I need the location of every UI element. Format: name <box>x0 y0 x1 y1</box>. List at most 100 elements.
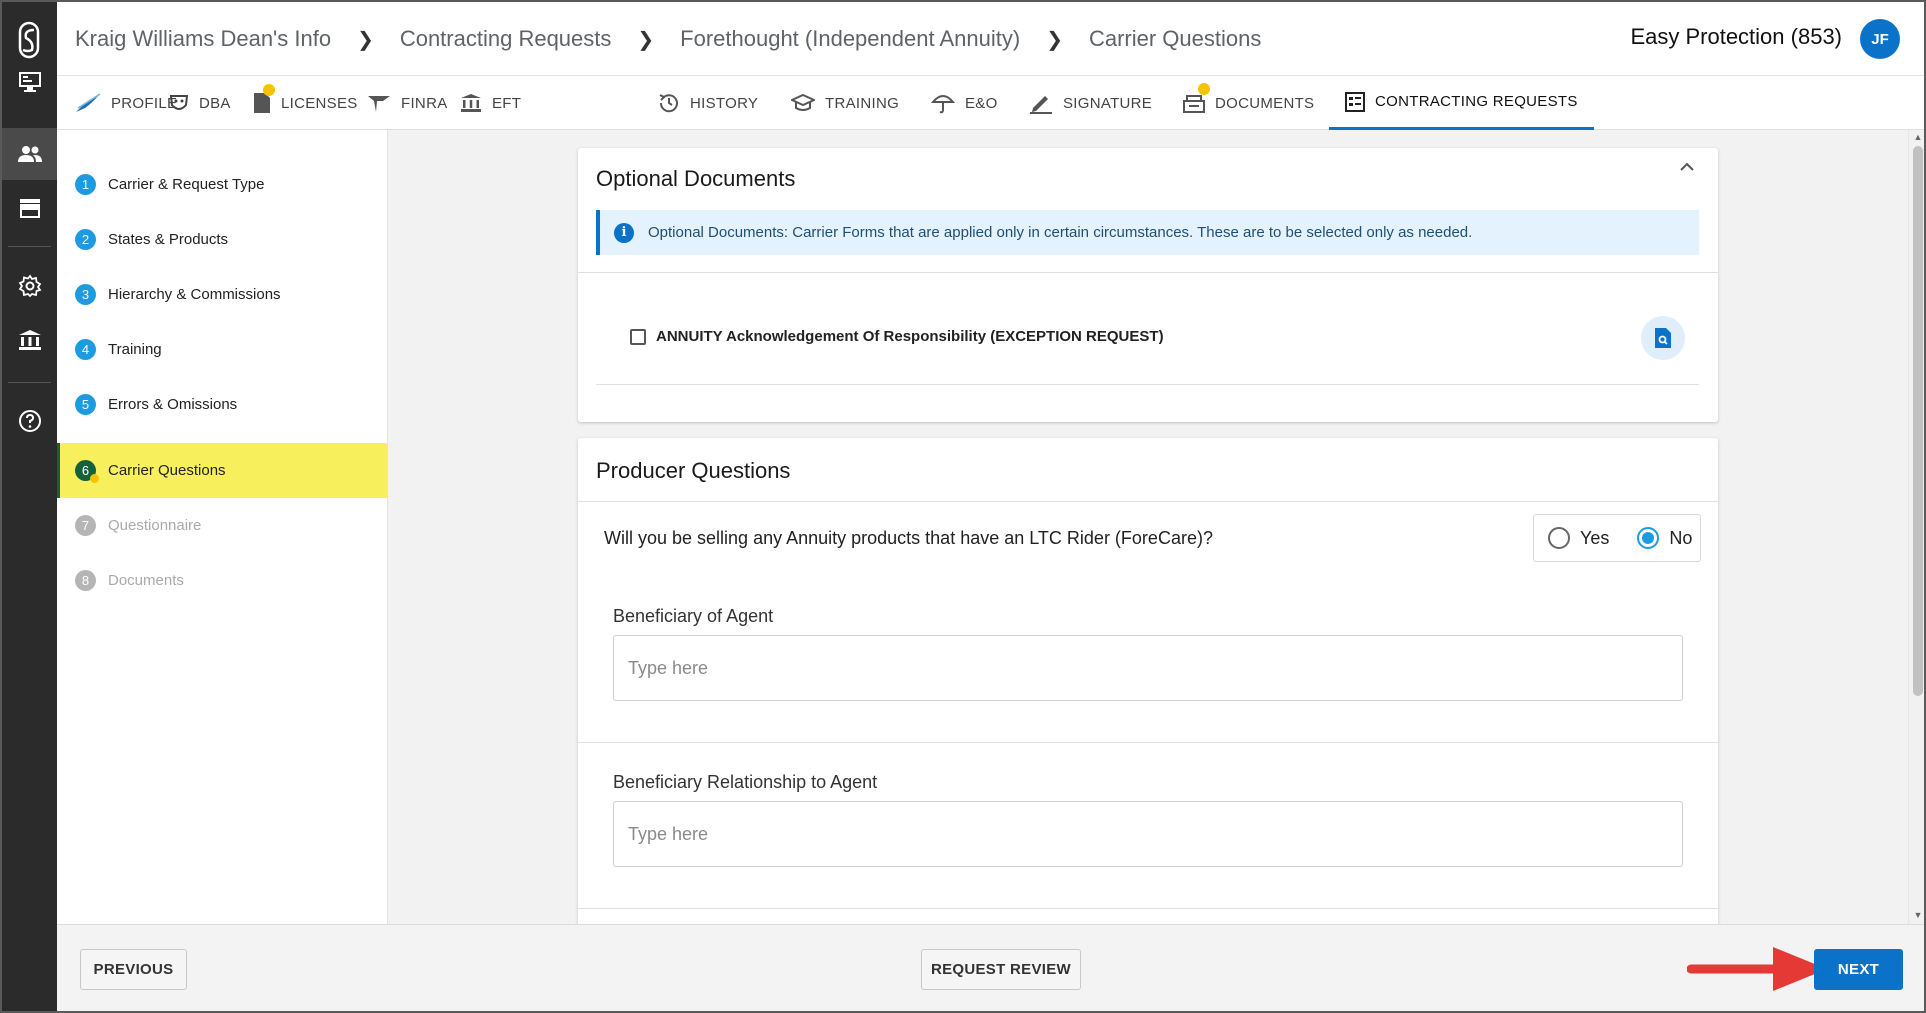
breadcrumb: Kraig Williams Dean's Info ❯ Contracting… <box>75 26 1261 52</box>
preview-document-button[interactable] <box>1641 316 1685 360</box>
ltc-rider-question: Will you be selling any Annuity products… <box>604 528 1213 548</box>
request-review-button[interactable]: REQUEST REVIEW <box>921 949 1081 990</box>
tab-label: LICENSES <box>281 94 358 112</box>
chevron-right-icon: ❯ <box>1046 28 1063 51</box>
tab-contracting-requests[interactable]: CONTRACTING REQUESTS <box>1329 76 1594 130</box>
tab-signature[interactable]: SIGNATURE <box>1029 76 1152 130</box>
tab-finra[interactable]: FINRA <box>367 76 448 130</box>
step-training[interactable]: 4 Training <box>57 322 388 377</box>
tab-label: TRAINING <box>825 94 900 112</box>
beneficiary-relationship-input[interactable] <box>613 801 1683 867</box>
step-carrier-questions[interactable]: 6 Carrier Questions <box>57 443 388 498</box>
step-number: 4 <box>75 339 96 360</box>
pen-icon <box>1030 96 1052 114</box>
graduation-cap-icon <box>791 93 815 111</box>
account-name[interactable]: Easy Protection (853) <box>1630 24 1842 50</box>
step-number: 5 <box>75 394 96 415</box>
step-number: 1 <box>75 174 96 195</box>
radio-yes[interactable]: Yes <box>1548 527 1609 549</box>
step-number: 6 <box>75 460 99 483</box>
logo-icon[interactable] <box>14 20 44 60</box>
info-icon: i <box>614 222 634 243</box>
dashboard-icon[interactable] <box>2 56 57 108</box>
chevron-right-icon: ❯ <box>357 28 374 51</box>
step-states-products[interactable]: 2 States & Products <box>57 212 388 267</box>
divider <box>578 272 1718 273</box>
radio-label: No <box>1669 527 1693 548</box>
scroll-up-icon[interactable]: ▲ <box>1913 132 1923 142</box>
radio-no[interactable]: No <box>1637 527 1692 549</box>
mask-icon <box>169 95 189 110</box>
yes-no-radio-group: Yes No <box>1533 514 1701 562</box>
main-content: Optional Documents i Optional Documents:… <box>388 130 1908 924</box>
settings-icon[interactable] <box>2 260 57 312</box>
info-text: Optional Documents: Carrier Forms that a… <box>648 224 1473 241</box>
rail-divider <box>8 246 51 247</box>
beneficiary-input[interactable] <box>613 635 1683 701</box>
top-header: Kraig Williams Dean's Info ❯ Contracting… <box>57 2 1924 76</box>
tab-history[interactable]: HISTORY <box>658 76 758 130</box>
chevron-right-icon: ❯ <box>637 28 655 51</box>
divider <box>578 742 1718 743</box>
radio-circle <box>1548 527 1570 549</box>
step-label: Carrier Questions <box>108 462 226 479</box>
breadcrumb-carrier-request[interactable]: Forethought (Independent Annuity) <box>680 26 1020 52</box>
tab-label: E&O <box>965 94 998 112</box>
step-errors-omissions[interactable]: 5 Errors & Omissions <box>57 377 388 432</box>
profile-tabs: PROFILE DBA LICENSES FINRA EFT HISTORY T… <box>57 76 1924 130</box>
tab-eo[interactable]: E&O <box>931 76 998 130</box>
tab-eft[interactable]: EFT <box>460 76 521 130</box>
help-icon[interactable] <box>2 395 57 447</box>
step-label: States & Products <box>108 231 229 248</box>
step-number: 8 <box>75 570 96 591</box>
document-checkbox[interactable] <box>630 328 646 345</box>
beneficiary-label: Beneficiary of Agent <box>613 606 774 626</box>
step-number: 7 <box>75 515 96 536</box>
step-label: Questionnaire <box>108 517 202 534</box>
history-icon <box>659 94 678 113</box>
tab-dba[interactable]: DBA <box>169 76 231 130</box>
step-hierarchy-commissions[interactable]: 3 Hierarchy & Commissions <box>57 267 388 322</box>
store-icon[interactable] <box>2 182 57 234</box>
step-number: 3 <box>75 284 96 305</box>
tab-label: SIGNATURE <box>1063 94 1153 112</box>
rail-divider <box>8 382 51 383</box>
step-carrier-request-type[interactable]: 1 Carrier & Request Type <box>57 157 388 212</box>
tab-label: DOCUMENTS <box>1215 94 1315 112</box>
tab-documents[interactable]: DOCUMENTS <box>1183 76 1314 130</box>
info-banner: i Optional Documents: Carrier Forms that… <box>596 210 1699 255</box>
tab-label: CONTRACTING REQUESTS <box>1375 93 1578 110</box>
breadcrumb-agent-info[interactable]: Kraig Williams Dean's Info <box>75 26 331 52</box>
bank-icon[interactable] <box>2 314 57 366</box>
section-title: Producer Questions <box>596 458 791 483</box>
radio-circle-selected <box>1637 527 1660 549</box>
tab-licenses[interactable]: LICENSES <box>253 76 358 130</box>
previous-button[interactable]: PREVIOUS <box>80 949 187 990</box>
chevron-up-icon[interactable] <box>1678 158 1696 181</box>
app-window: Kraig Williams Dean's Info ❯ Contracting… <box>0 0 1926 1013</box>
step-number: 2 <box>75 229 96 250</box>
wizard-steps: 1 Carrier & Request Type 2 States & Prod… <box>57 130 388 924</box>
vertical-scrollbar[interactable]: ▲ ▼ <box>1908 130 1924 924</box>
wizard-footer: PREVIOUS REQUEST REVIEW NEXT <box>57 924 1924 1011</box>
next-button[interactable]: NEXT <box>1814 949 1903 990</box>
tab-label: EFT <box>492 94 522 112</box>
breadcrumb-contracting-requests[interactable]: Contracting Requests <box>400 26 612 52</box>
tab-training[interactable]: TRAINING <box>791 76 899 130</box>
step-label: Documents <box>108 572 184 589</box>
bank-icon <box>461 94 481 112</box>
step-label: Carrier & Request Type <box>108 176 265 193</box>
list-icon <box>1345 91 1365 112</box>
tab-label: DBA <box>199 94 231 112</box>
step-label: Training <box>108 341 162 358</box>
section-title: Optional Documents <box>596 166 796 191</box>
tab-profile[interactable]: PROFILE <box>75 76 177 130</box>
avatar[interactable]: JF <box>1860 19 1900 59</box>
step-label: Errors & Omissions <box>108 396 238 413</box>
documents-icon <box>1183 95 1205 113</box>
scroll-down-icon[interactable]: ▼ <box>1913 910 1923 920</box>
divider <box>578 501 1718 502</box>
people-icon[interactable] <box>2 128 57 180</box>
optional-documents-card: Optional Documents i Optional Documents:… <box>578 148 1718 422</box>
scrollbar-thumb[interactable] <box>1913 146 1923 696</box>
